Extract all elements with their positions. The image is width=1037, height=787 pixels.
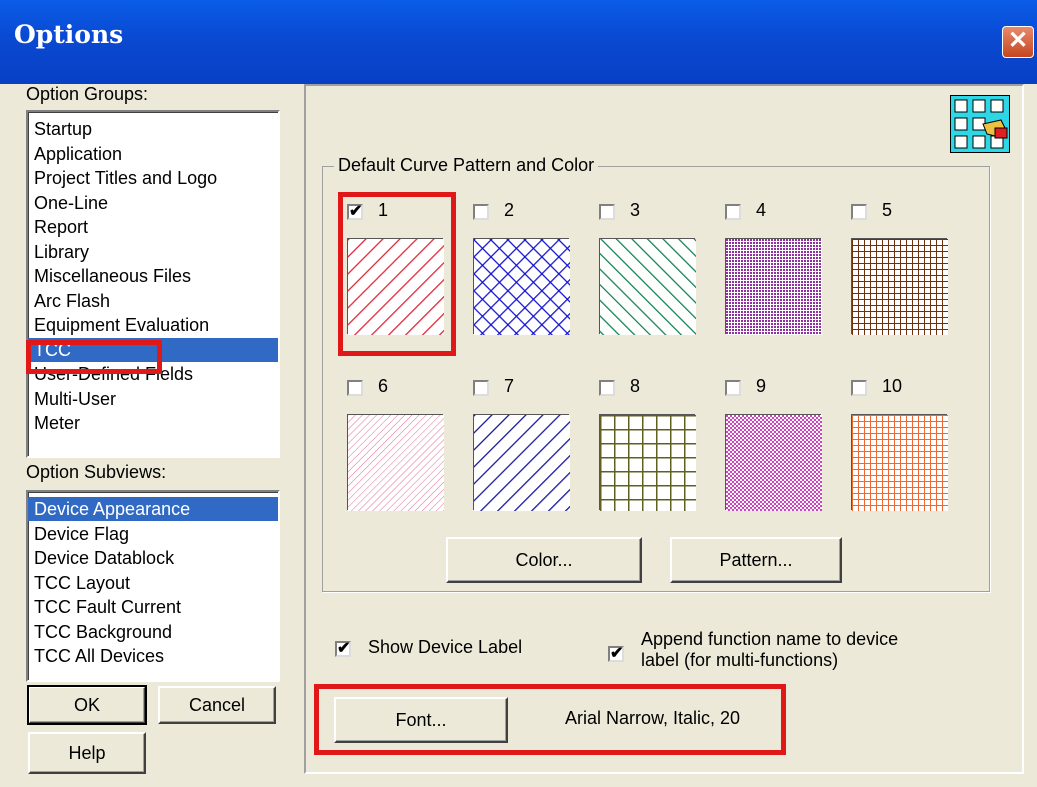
pattern-1-highlight xyxy=(338,192,456,356)
pattern-9-swatch[interactable] xyxy=(725,414,822,511)
pattern-9-label: 9 xyxy=(756,376,767,396)
pattern-10-label: 10 xyxy=(882,376,903,396)
show-device-label-text: Show Device Label xyxy=(368,637,523,657)
pattern-4-swatch[interactable] xyxy=(725,238,822,335)
option-groups-list[interactable]: Startup Application Project Titles and Log… xyxy=(26,110,280,458)
pattern-3-checkbox[interactable] xyxy=(599,204,615,220)
pattern-8-swatch[interactable] xyxy=(599,414,696,511)
window-title: Options xyxy=(14,20,124,49)
option-group-item[interactable]: Project Titles and Logo xyxy=(34,166,217,190)
append-function-name-checkbox[interactable]: ✔ xyxy=(608,646,624,662)
pattern-6-checkbox[interactable] xyxy=(347,380,363,396)
option-subview-item[interactable]: Device Flag xyxy=(34,522,129,546)
pattern-2-checkbox[interactable] xyxy=(473,204,489,220)
pattern-2-label: 2 xyxy=(504,200,515,220)
pattern-10-checkbox[interactable] xyxy=(851,380,867,396)
pattern-5-swatch[interactable] xyxy=(851,238,948,335)
pattern-button[interactable]: Pattern... xyxy=(670,537,842,583)
pattern-4-label: 4 xyxy=(756,200,767,220)
cancel-button[interactable]: Cancel xyxy=(158,686,276,724)
pattern-3-swatch[interactable] xyxy=(599,238,696,335)
option-subview-item[interactable]: Device Datablock xyxy=(34,546,174,570)
pattern-2-swatch[interactable] xyxy=(473,238,570,335)
title-bar xyxy=(0,0,1037,84)
option-group-item[interactable]: Application xyxy=(34,142,122,166)
color-button[interactable]: Color... xyxy=(446,537,642,583)
pattern-7-swatch[interactable] xyxy=(473,414,570,511)
curve-pattern-group-title: Default Curve Pattern and Color xyxy=(334,155,599,176)
append-text-line-2: label (for multi-functions) xyxy=(641,650,839,670)
pattern-4-checkbox[interactable] xyxy=(725,204,741,220)
pattern-9-checkbox[interactable] xyxy=(725,380,741,396)
option-subview-item[interactable]: TCC All Devices xyxy=(34,644,164,668)
tcc-highlight xyxy=(26,340,162,374)
check-icon: ✔ xyxy=(337,640,351,657)
append-text-line-1: Append function name to device xyxy=(641,629,899,649)
pattern-5-label: 5 xyxy=(882,200,893,220)
option-subview-item[interactable]: TCC Fault Current xyxy=(34,595,181,619)
help-button[interactable]: Help xyxy=(28,732,146,774)
append-function-name-text: Append function name to device label (fo… xyxy=(641,629,898,671)
font-highlight xyxy=(314,684,786,755)
option-group-item[interactable]: Arc Flash xyxy=(34,289,110,313)
pattern-7-label: 7 xyxy=(504,376,515,396)
option-subviews-list[interactable]: Device Appearance Device Flag Device Datab… xyxy=(26,490,280,682)
pattern-6-swatch[interactable] xyxy=(347,414,444,511)
option-group-item[interactable]: Startup xyxy=(34,117,92,141)
option-groups-label: Option Groups: xyxy=(26,84,149,104)
pattern-7-checkbox[interactable] xyxy=(473,380,489,396)
pattern-8-checkbox[interactable] xyxy=(599,380,615,396)
option-subviews-label: Option Subviews: xyxy=(26,462,167,482)
check-icon: ✔ xyxy=(610,645,624,662)
option-group-item[interactable]: Equipment Evaluation xyxy=(34,313,209,337)
pattern-3-label: 3 xyxy=(630,200,641,220)
option-group-item[interactable]: Miscellaneous Files xyxy=(34,264,191,288)
option-group-item[interactable]: Meter xyxy=(34,411,80,435)
show-device-label-checkbox[interactable]: ✔ xyxy=(335,641,351,657)
option-group-item[interactable]: Library xyxy=(34,240,89,264)
option-group-item[interactable]: One-Line xyxy=(34,191,108,215)
option-subview-item[interactable]: TCC Layout xyxy=(34,571,130,595)
pattern-8-label: 8 xyxy=(630,376,641,396)
pattern-10-swatch[interactable] xyxy=(851,414,948,511)
option-subview-item[interactable]: Device Appearance xyxy=(28,497,278,521)
option-subview-item[interactable]: TCC Background xyxy=(34,620,172,644)
option-group-item[interactable]: Report xyxy=(34,215,88,239)
grid-icon xyxy=(950,95,1010,153)
pattern-6-label: 6 xyxy=(378,376,389,396)
ok-button[interactable]: OK xyxy=(27,685,147,725)
pattern-5-checkbox[interactable] xyxy=(851,204,867,220)
close-button[interactable]: ✕ xyxy=(1002,26,1034,58)
option-group-item[interactable]: Multi-User xyxy=(34,387,116,411)
